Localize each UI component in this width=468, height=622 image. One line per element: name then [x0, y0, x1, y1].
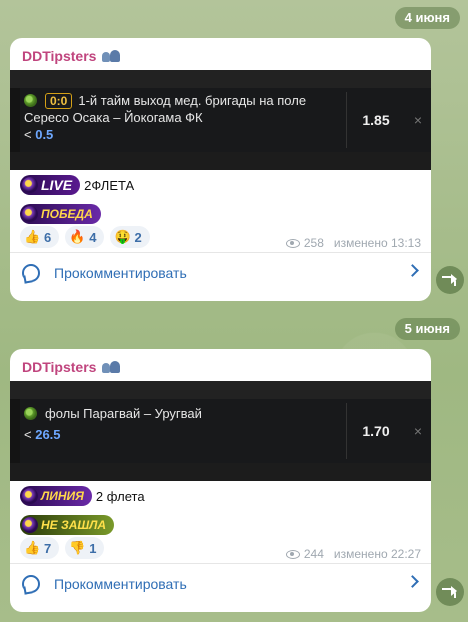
share-button[interactable] — [436, 266, 464, 294]
odds-value: 1.70 — [362, 423, 390, 439]
chevron-right-icon — [406, 264, 419, 277]
message-text: 2ФЛЕТА — [84, 177, 135, 193]
money-face-icon: 🤑 — [114, 229, 131, 244]
reaction-money-face[interactable]: 🤑 2 — [110, 226, 150, 248]
view-count: 258 — [303, 236, 324, 250]
message-bubble: DDTipsters фолы Парагвай – Уругвай < 26.… — [10, 349, 431, 612]
bet-line: < 0.5 — [24, 127, 54, 142]
date-pill: 5 июня — [394, 318, 460, 340]
chevron-right-icon — [406, 575, 419, 588]
view-count: 244 — [303, 547, 324, 561]
thumbs-down-icon: 👎 — [69, 540, 86, 555]
reaction-thumbs-down[interactable]: 👎 1 — [65, 537, 105, 559]
reaction-thumbs-up[interactable]: 👍 6 — [20, 226, 60, 248]
sender-name[interactable]: DDTipsters — [10, 38, 431, 66]
thumbs-up-icon: 👍 — [24, 540, 41, 555]
sender-name[interactable]: DDTipsters — [10, 349, 431, 377]
share-button[interactable] — [436, 578, 464, 606]
bet-line: < 26.5 — [24, 427, 61, 442]
bet-card-image: фолы Парагвай – Уругвай < 26.5 1.70 × — [10, 381, 431, 481]
soccer-ball-icon — [24, 407, 37, 420]
reactions-bar: 👍 6 🔥 4 🤑 2 258 изменено 13:13 — [10, 222, 431, 252]
message-text: 2 флета — [95, 488, 145, 504]
bet-title: 1-й тайм выход мед. бригады на поле — [78, 93, 307, 108]
group-emoji-icon — [102, 360, 121, 374]
match-name: Сересо Осака – Йокогама ФК — [24, 110, 203, 125]
edited-time: изменено 22:27 — [333, 547, 421, 561]
message-bubble: DDTipsters 0:0 1-й тайм выход мед. брига… — [10, 38, 431, 301]
reactions-bar: 👍 7 👎 1 244 изменено 22:27 — [10, 533, 431, 563]
line-badge: ЛИНИЯ — [20, 486, 92, 506]
close-icon: × — [413, 112, 423, 128]
odds-value: 1.85 — [362, 112, 390, 128]
date-pill: 4 июня — [394, 7, 460, 29]
comment-icon — [22, 263, 40, 282]
reaction-fire[interactable]: 🔥 4 — [65, 226, 105, 248]
edited-time: изменено 13:13 — [333, 236, 421, 250]
bet-card-image: 0:0 1-й тайм выход мед. бригады на поле … — [10, 70, 431, 170]
score-badge: 0:0 — [45, 92, 73, 109]
eye-icon — [285, 549, 300, 559]
comment-button[interactable]: Прокомментировать — [10, 252, 431, 292]
soccer-ball-icon — [24, 94, 37, 107]
eye-icon — [285, 238, 300, 248]
live-badge: LIVE — [20, 175, 81, 195]
result-badge: ПОБЕДА — [20, 204, 101, 224]
comment-icon — [22, 574, 40, 593]
bet-title: фолы Парагвай – Уругвай — [45, 406, 202, 421]
fire-icon: 🔥 — [69, 229, 86, 244]
comment-button[interactable]: Прокомментировать — [10, 563, 431, 603]
thumbs-up-icon: 👍 — [24, 229, 41, 244]
close-icon: × — [413, 423, 423, 439]
reaction-thumbs-up[interactable]: 👍 7 — [20, 537, 60, 559]
group-emoji-icon — [102, 49, 121, 63]
result-badge: НЕ ЗАШЛА — [20, 515, 115, 535]
